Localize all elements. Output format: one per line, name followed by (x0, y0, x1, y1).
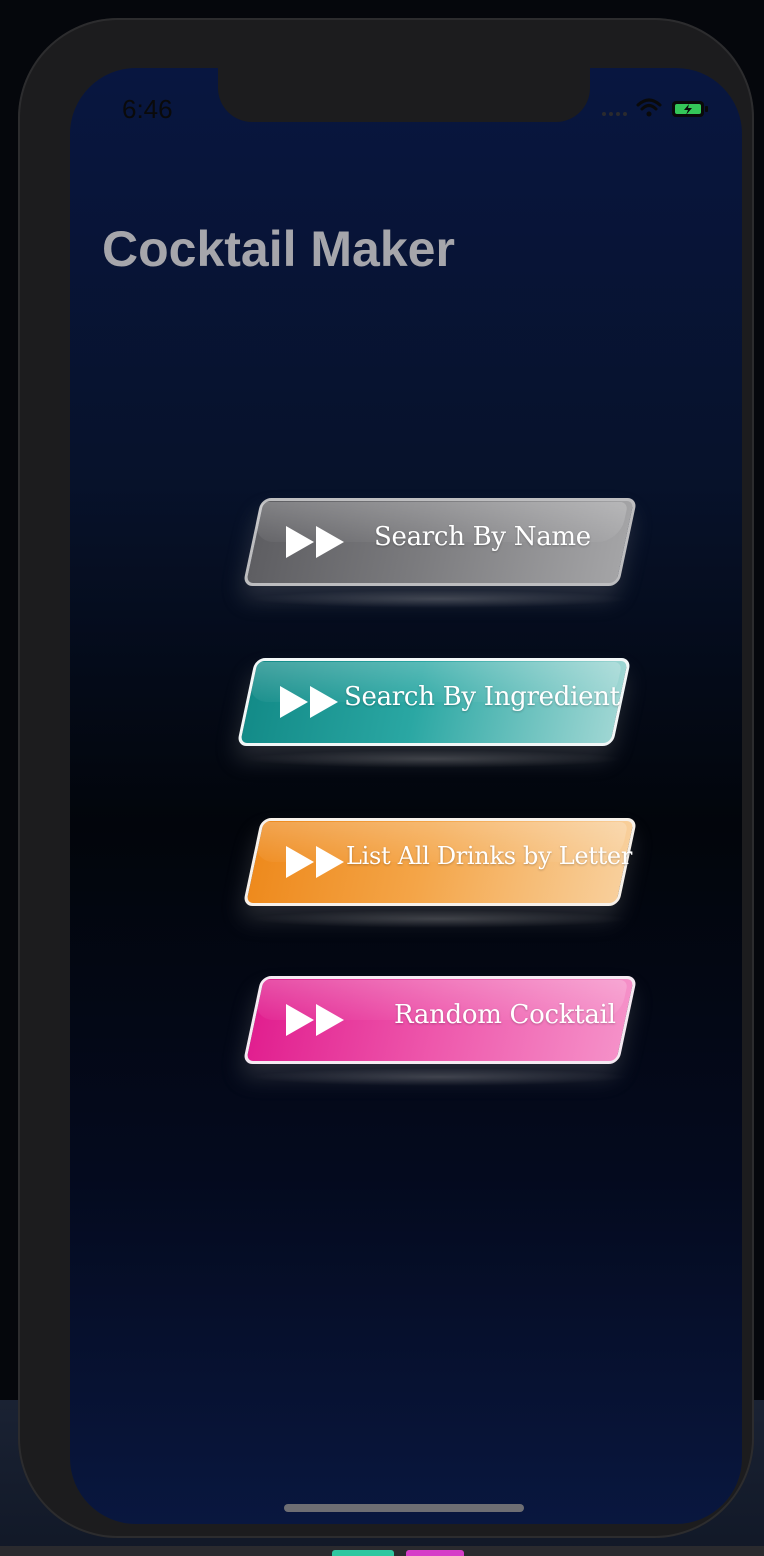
button-shadow (250, 1068, 630, 1086)
status-icons (600, 96, 712, 120)
button-label: Search By Name (374, 522, 591, 552)
dock-app-icon[interactable] (332, 1550, 394, 1556)
home-indicator[interactable] (284, 1504, 524, 1512)
search-by-ingredient-button[interactable]: Search By Ingredient (234, 658, 632, 768)
wifi-icon (636, 98, 662, 117)
fast-forward-icon (286, 846, 344, 878)
button-label: Search By Ingredient (344, 682, 620, 712)
button-label: Random Cocktail (394, 1000, 616, 1030)
cellular-icon (602, 112, 627, 116)
app-screen: 6:46 Cocktail Maker Search By Name Searc… (70, 68, 742, 1524)
random-cocktail-button[interactable]: Random Cocktail (240, 976, 638, 1086)
fast-forward-icon (280, 686, 338, 718)
page-title: Cocktail Maker (102, 221, 455, 277)
button-shadow (250, 590, 630, 608)
dock-app-icon[interactable] (406, 1550, 464, 1556)
button-label: List All Drinks by Letter (346, 842, 633, 870)
battery-charging-icon (672, 101, 708, 117)
button-shadow (244, 750, 624, 768)
device-notch (218, 68, 590, 122)
search-by-name-button[interactable]: Search By Name (240, 498, 638, 608)
fast-forward-icon (286, 526, 344, 558)
device-frame: 6:46 Cocktail Maker Search By Name Searc… (18, 18, 754, 1538)
button-shadow (250, 910, 630, 928)
status-time: 6:46 (122, 94, 173, 124)
fast-forward-icon (286, 1004, 344, 1036)
list-drinks-by-letter-button[interactable]: List All Drinks by Letter (240, 818, 638, 928)
